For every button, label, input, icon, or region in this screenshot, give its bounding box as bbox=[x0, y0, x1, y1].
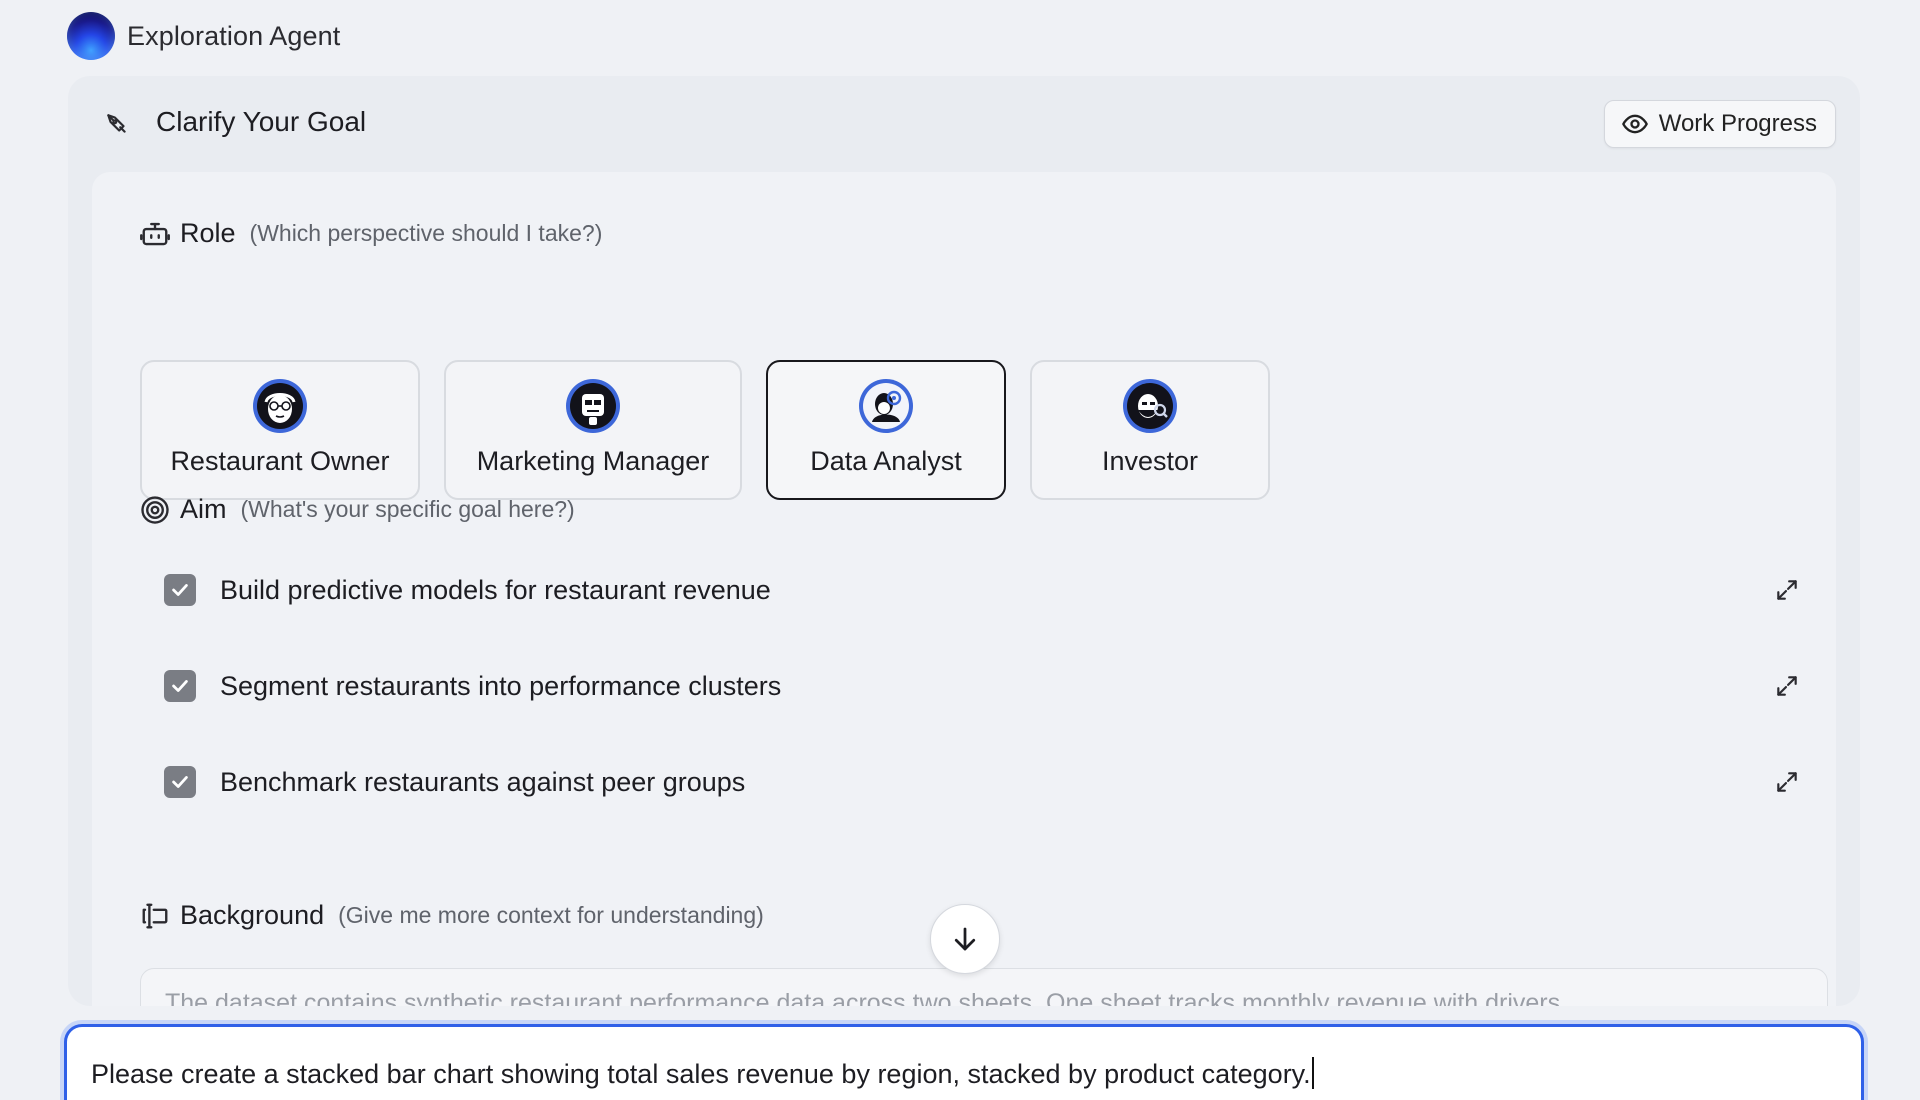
role-card-label: Data Analyst bbox=[810, 446, 962, 476]
role-options: Restaurant Owner Marketing Manager Data … bbox=[140, 360, 1270, 500]
role-hint: (Which perspective should I take?) bbox=[249, 220, 603, 246]
data-analyst-avatar-icon bbox=[859, 379, 913, 433]
expand-icon[interactable] bbox=[1774, 577, 1800, 603]
scroll-down-button[interactable] bbox=[930, 904, 1000, 974]
expand-icon[interactable] bbox=[1774, 673, 1800, 699]
role-card-marketing-manager[interactable]: Marketing Manager bbox=[444, 360, 742, 500]
role-card-label: Marketing Manager bbox=[476, 446, 710, 476]
text-cursor-box-icon bbox=[142, 903, 168, 928]
check-icon bbox=[172, 584, 188, 596]
marketing-manager-avatar-icon bbox=[566, 379, 620, 433]
check-icon bbox=[172, 680, 188, 692]
background-hint: (Give me more context for understanding) bbox=[338, 902, 764, 928]
role-card-data-analyst[interactable]: Data Analyst bbox=[766, 360, 1006, 500]
role-card-label: Restaurant Owner bbox=[170, 446, 390, 476]
role-card-label: Investor bbox=[1101, 446, 1199, 476]
role-title: Role bbox=[180, 218, 236, 248]
aim-item-label: Segment restaurants into performance clu… bbox=[220, 670, 782, 701]
aim-section-label: Aim (What's your specific goal here?) bbox=[140, 494, 575, 525]
role-card-restaurant-owner[interactable]: Restaurant Owner bbox=[140, 360, 420, 500]
aim-hint: (What's your specific goal here?) bbox=[240, 496, 575, 522]
app-title: Exploration Agent bbox=[127, 20, 341, 51]
target-icon bbox=[141, 495, 169, 524]
background-textarea[interactable]: The dataset contains synthetic restauran… bbox=[140, 968, 1828, 1006]
composer-text: Please create a stacked bar chart showin… bbox=[91, 1059, 1314, 1089]
background-title: Background bbox=[180, 900, 325, 930]
expand-icon[interactable] bbox=[1774, 769, 1800, 795]
eye-icon bbox=[1621, 114, 1648, 134]
aim-item-label: Build predictive models for restaurant r… bbox=[220, 574, 771, 605]
clarify-goal-panel: Clarify Your Goal Work Progress Role (Wh… bbox=[68, 76, 1860, 1006]
role-card-investor[interactable]: Investor bbox=[1030, 360, 1270, 500]
app-logo bbox=[67, 12, 115, 60]
arrow-down-icon bbox=[954, 927, 976, 951]
aim-checkbox[interactable] bbox=[164, 766, 196, 798]
role-section-label: Role (Which perspective should I take?) bbox=[140, 218, 602, 249]
aim-item: Build predictive models for restaurant r… bbox=[140, 542, 1836, 638]
panel-header: Clarify Your Goal Work Progress bbox=[68, 76, 1860, 172]
investor-avatar-icon bbox=[1123, 379, 1177, 433]
pen-nib-icon bbox=[107, 114, 126, 133]
chat-composer-input[interactable]: Please create a stacked bar chart showin… bbox=[64, 1024, 1864, 1100]
background-text: The dataset contains synthetic restauran… bbox=[165, 989, 1561, 1006]
aim-list: Build predictive models for restaurant r… bbox=[140, 542, 1836, 830]
work-progress-label: Work Progress bbox=[1658, 110, 1817, 137]
aim-item: Segment restaurants into performance clu… bbox=[140, 638, 1836, 734]
aim-checkbox[interactable] bbox=[164, 574, 196, 606]
work-progress-button[interactable]: Work Progress bbox=[1603, 100, 1836, 148]
aim-checkbox[interactable] bbox=[164, 670, 196, 702]
panel-title: Clarify Your Goal bbox=[156, 106, 367, 137]
aim-item-label: Benchmark restaurants against peer group… bbox=[220, 766, 746, 797]
check-icon bbox=[172, 776, 188, 788]
app-header: Exploration Agent bbox=[67, 12, 340, 60]
robot-icon bbox=[140, 222, 170, 245]
goal-content[interactable]: Role (Which perspective should I take?) … bbox=[92, 172, 1836, 1006]
restaurant-owner-avatar-icon bbox=[253, 379, 307, 433]
aim-item: Benchmark restaurants against peer group… bbox=[140, 734, 1836, 830]
background-section-label: Background (Give me more context for und… bbox=[140, 900, 764, 931]
aim-title: Aim bbox=[180, 494, 227, 524]
